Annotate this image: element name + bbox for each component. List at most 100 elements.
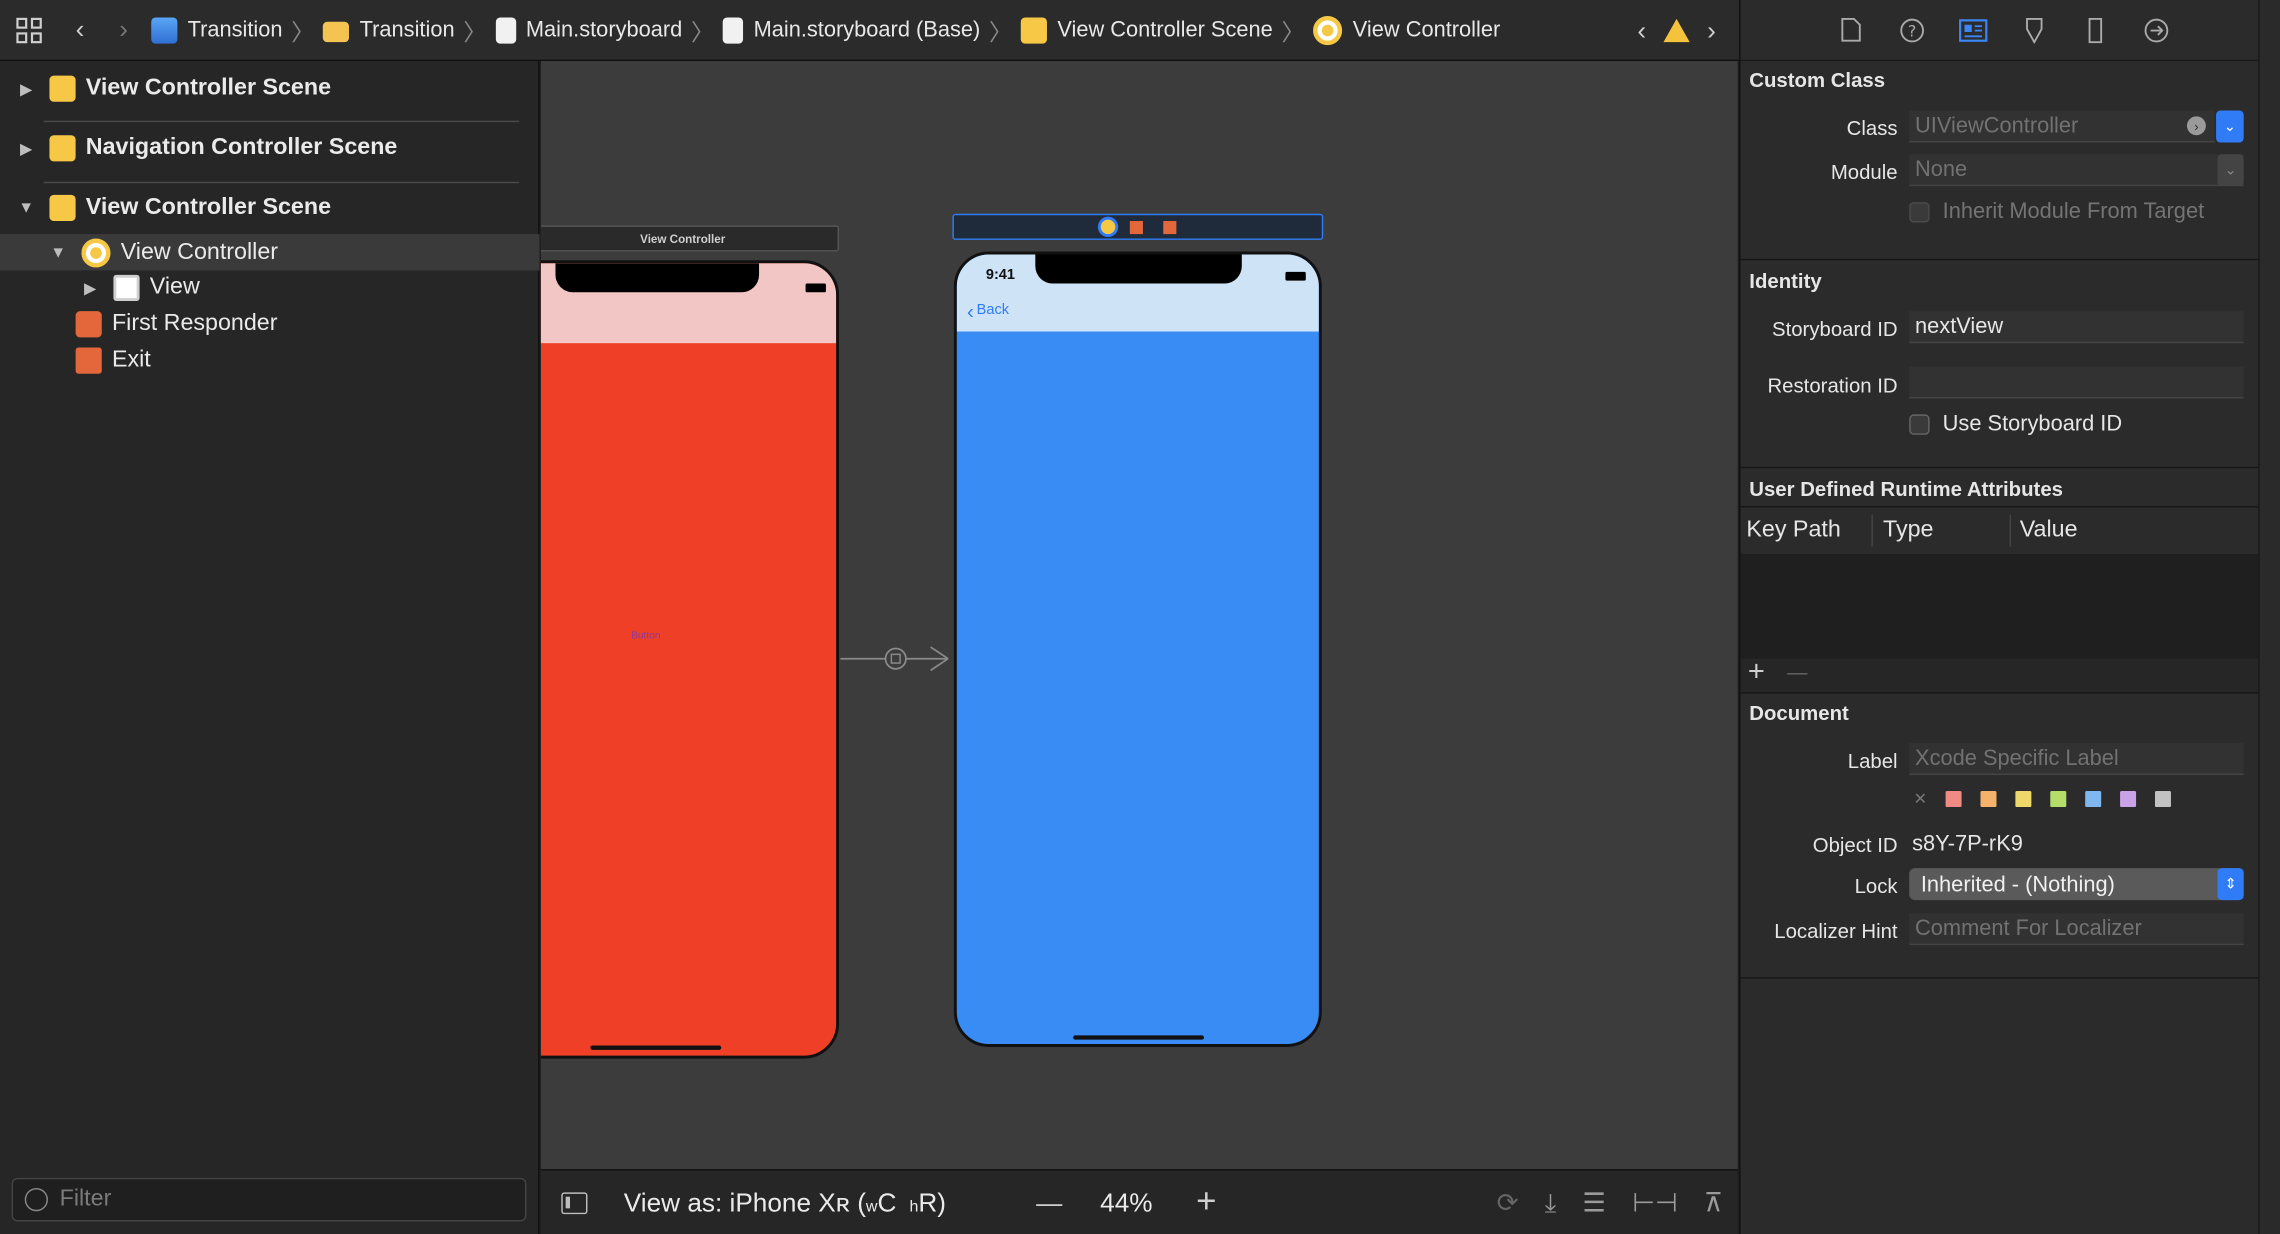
scene-dock-left[interactable]: View Controller [540, 225, 840, 252]
class-dropdown-button[interactable]: ⌄ [2216, 110, 2244, 143]
breadcrumb-folder[interactable]: Transition [323, 17, 455, 42]
view-controller-phone-left[interactable]: Button [540, 260, 840, 1059]
section-title-document: Document [1749, 700, 1849, 725]
breadcrumb-view-controller[interactable]: View Controller [1313, 15, 1500, 45]
disclosure-down-icon[interactable]: ▼ [17, 199, 34, 216]
use-storyboard-id-checkbox[interactable]: Use Storyboard ID [1909, 411, 2123, 437]
color-swatch-red[interactable] [1945, 791, 1962, 808]
add-constraints-icon[interactable]: ⊢⊣ [1632, 1187, 1678, 1218]
checkbox[interactable] [1909, 201, 1930, 222]
align-icon[interactable]: ☰ [1583, 1187, 1606, 1218]
battery-icon [1285, 271, 1306, 281]
view-controller-phone-right[interactable]: 9:41 ‹ Back [953, 251, 1322, 1047]
update-frames-icon[interactable]: ⟳ [1497, 1187, 1519, 1218]
class-field[interactable]: UIViewController › [1909, 110, 2215, 143]
quick-help-icon[interactable]: ? [1898, 15, 1927, 44]
first-responder-icon [75, 311, 102, 338]
canvas-bottom-bar: View as: iPhone Xʀ (wC hR) — 44% + ⟳ ⤓ ☰… [540, 1169, 1738, 1234]
breadcrumb-project[interactable]: Transition [151, 16, 283, 43]
filter-icon [24, 1187, 48, 1212]
breadcrumb-scene[interactable]: View Controller Scene [1021, 16, 1273, 43]
zoom-in-button[interactable]: + [1196, 1182, 1216, 1223]
use-storyboard-id-label: Use Storyboard ID [1942, 411, 2123, 437]
module-field[interactable]: None ⌄ [1909, 154, 2244, 187]
inherit-module-label: Inherit Module From Target [1942, 199, 2205, 224]
back-arrow-icon[interactable]: ‹ [58, 0, 102, 60]
outline-item-first-responder[interactable]: First Responder [0, 308, 539, 340]
color-swatch-blue[interactable] [2085, 791, 2102, 808]
embed-in-stack-icon[interactable]: ⤓ [1545, 1187, 1557, 1218]
disclosure-down-icon[interactable]: ▼ [49, 244, 66, 261]
outline-item-exit[interactable]: Exit [0, 345, 539, 377]
resolve-issues-icon[interactable]: ⊼ [1704, 1187, 1723, 1218]
file-inspector-icon[interactable] [1837, 15, 1866, 44]
connections-inspector-icon[interactable] [2142, 15, 2171, 44]
forward-arrow-icon[interactable]: › [102, 0, 146, 60]
clear-color-icon[interactable]: ✕ [1914, 790, 1927, 808]
warning-icon[interactable] [1663, 18, 1690, 43]
outline-item-view-controller-scene-expanded[interactable]: ▼ View Controller Scene [0, 192, 539, 224]
color-swatch-yellow[interactable] [2015, 791, 2032, 808]
jump-bar: ‹ › Transition 〉 Transition 〉 Main.story… [0, 0, 1740, 62]
breadcrumb-storyboard[interactable]: Main.storyboard [495, 16, 682, 43]
checkbox[interactable] [1909, 413, 1930, 435]
view-controller-icon [81, 237, 111, 267]
go-to-class-icon[interactable]: › [2186, 116, 2206, 136]
outline-item-view[interactable]: ▶ View [0, 272, 539, 304]
remove-attribute-button[interactable]: — [1787, 660, 1807, 683]
column-key-path[interactable]: Key Path [1746, 518, 1840, 544]
back-button[interactable]: ‹ Back [967, 300, 1010, 320]
button[interactable]: Button [631, 631, 660, 641]
color-swatch-green[interactable] [2050, 791, 2067, 808]
scene-icon [49, 75, 76, 102]
document-label-field[interactable]: Xcode Specific Label [1909, 743, 2244, 776]
object-id-value: s8Y-7P-rK9 [1912, 831, 2023, 857]
toggle-outline-icon[interactable] [561, 1191, 588, 1214]
identity-inspector-icon[interactable] [1959, 15, 1988, 44]
lock-popup[interactable]: Inherited - (Nothing) ⇕ [1909, 868, 2244, 901]
outline-item-label: View Controller [120, 239, 279, 264]
chevron-right-icon: 〉 [1281, 21, 1305, 46]
color-swatch-orange[interactable] [1980, 791, 1997, 808]
outline-item-navigation-controller-scene[interactable]: ▶ Navigation Controller Scene [0, 132, 539, 164]
scene-dock-right[interactable] [952, 213, 1324, 240]
attributes-inspector-icon[interactable] [2020, 15, 2049, 44]
storyboard-canvas[interactable]: View Controller Button 9:41 ‹ Back [540, 61, 1738, 1170]
restoration-id-field[interactable] [1909, 366, 2244, 399]
section-title-identity: Identity [1749, 269, 1822, 293]
breadcrumb-storyboard-base[interactable]: Main.storyboard (Base) [723, 16, 980, 43]
divider [1740, 466, 2260, 469]
next-issue-icon[interactable]: › [1698, 0, 1724, 61]
related-items-icon[interactable] [0, 0, 58, 60]
disclosure-right-icon[interactable]: ▶ [17, 139, 34, 157]
chevron-down-icon[interactable]: ⌄ [2217, 154, 2244, 187]
disclosure-right-icon[interactable]: ▶ [81, 278, 98, 297]
segue-arrow[interactable] [838, 634, 954, 678]
size-inspector-icon[interactable] [2081, 15, 2110, 44]
inspector-scrollbar[interactable] [2258, 0, 2280, 1234]
color-swatch-purple[interactable] [2120, 791, 2137, 808]
inherit-module-checkbox[interactable]: Inherit Module From Target [1909, 199, 2204, 224]
previous-issue-icon[interactable]: ‹ [1629, 0, 1655, 61]
filter-field[interactable]: Filter [11, 1177, 527, 1222]
disclosure-right-icon[interactable]: ▶ [17, 79, 34, 98]
view-as-device[interactable]: View as: iPhone Xʀ (wC hR) [624, 1187, 946, 1218]
outline-item-view-controller-scene[interactable]: ▶ View Controller Scene [0, 73, 539, 105]
add-attribute-button[interactable]: + [1748, 656, 1765, 689]
document-label-label: Label [1847, 748, 1898, 773]
localizer-hint-field[interactable]: Comment For Localizer [1909, 913, 2244, 946]
column-value[interactable]: Value [2020, 518, 2078, 544]
color-swatch-gray[interactable] [2155, 791, 2172, 808]
chevron-right-icon: 〉 [691, 21, 715, 46]
section-title-custom-class: Custom Class [1749, 68, 1886, 92]
document-label-placeholder: Xcode Specific Label [1915, 745, 2119, 771]
xcode-window: ‹ › Transition 〉 Transition 〉 Main.story… [0, 0, 2280, 1234]
attributes-table-body[interactable] [1740, 554, 2260, 659]
zoom-out-button[interactable]: — [1036, 1187, 1062, 1218]
scene-icon [49, 194, 76, 222]
size-class-h: h [909, 1197, 919, 1215]
outline-item-view-controller[interactable]: ▼ View Controller [0, 234, 540, 271]
column-type[interactable]: Type [1883, 518, 1933, 544]
storyboard-id-field[interactable]: nextView [1909, 311, 2244, 344]
back-label: Back [976, 302, 1010, 319]
